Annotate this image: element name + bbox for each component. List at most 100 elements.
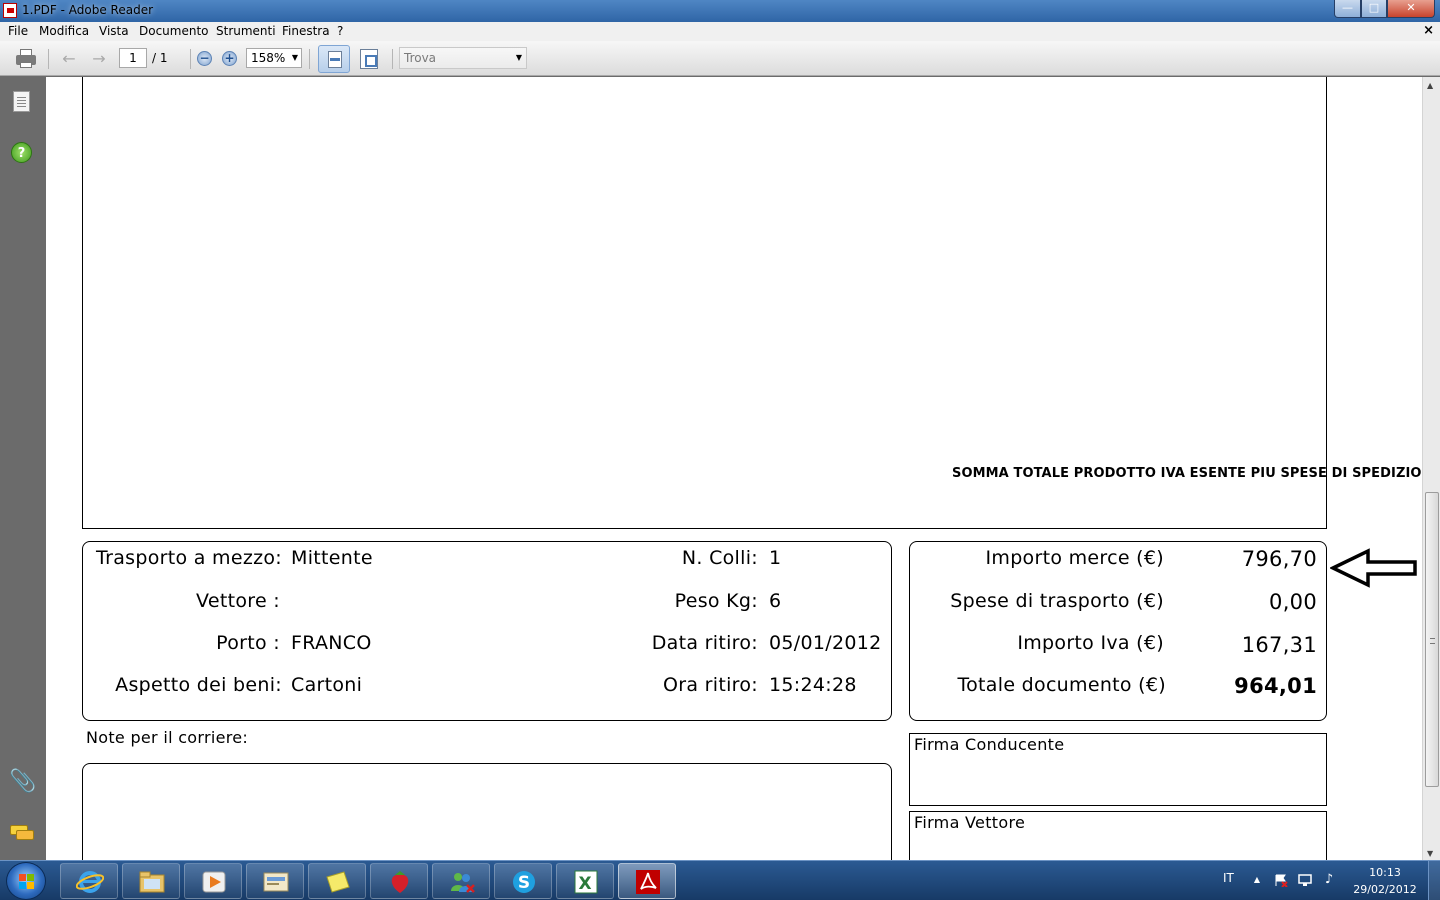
zoom-out-icon[interactable]: − bbox=[197, 51, 212, 66]
skype-icon: S bbox=[513, 871, 535, 893]
trasporto-label: Trasporto a mezzo: bbox=[95, 547, 282, 569]
svg-text:S: S bbox=[518, 873, 530, 893]
mail-icon bbox=[263, 872, 289, 892]
taskbar-windows-explorer[interactable] bbox=[122, 863, 180, 899]
find-input[interactable]: Trova ▼ bbox=[399, 47, 527, 69]
notes-box bbox=[82, 763, 892, 860]
comments-icon[interactable] bbox=[10, 825, 34, 841]
maximize-button[interactable]: □ bbox=[1361, 0, 1387, 18]
importo-merce-value: 796,70 bbox=[1241, 547, 1317, 571]
taskbar-excel[interactable]: X bbox=[556, 863, 614, 899]
navigation-pane bbox=[0, 77, 46, 860]
start-button[interactable] bbox=[6, 862, 46, 900]
taskbar-adobe-reader[interactable] bbox=[618, 863, 676, 899]
find-placeholder: Trova bbox=[404, 51, 437, 65]
peso-value: 6 bbox=[769, 590, 782, 612]
peso-label: Peso Kg: bbox=[674, 590, 758, 612]
page-total: / 1 bbox=[152, 51, 168, 65]
scroll-down-icon[interactable]: ▼ bbox=[1427, 849, 1433, 858]
vettore-label: Vettore : bbox=[196, 590, 280, 612]
zoom-value: 158% bbox=[251, 51, 286, 65]
clock-date[interactable]: 29/02/2012 bbox=[1352, 883, 1418, 896]
messenger-icon bbox=[451, 873, 475, 893]
adobe-reader-icon bbox=[636, 870, 660, 894]
title-bar: 1.PDF - Adobe Reader — □ ✕ bbox=[0, 0, 1440, 22]
page-number-input[interactable]: 1 bbox=[119, 48, 147, 68]
fit-page-icon[interactable] bbox=[360, 49, 378, 69]
colli-label: N. Colli: bbox=[681, 547, 758, 569]
close-button[interactable]: ✕ bbox=[1387, 0, 1435, 18]
zoom-in-icon[interactable]: + bbox=[222, 51, 237, 66]
total-note: SOMMA TOTALE PRODOTTO IVA ESENTE PIU SPE… bbox=[952, 466, 1422, 481]
trasporto-value: Mittente bbox=[291, 547, 373, 569]
importo-iva-value: 167,31 bbox=[1241, 633, 1317, 657]
totale-documento-value: 964,01 bbox=[1234, 674, 1317, 698]
volume-icon[interactable]: ♪ bbox=[1322, 873, 1336, 887]
ora-ritiro-label: Ora ritiro: bbox=[663, 674, 758, 696]
menu-vista[interactable]: Vista bbox=[99, 24, 129, 38]
chevron-down-icon: ▼ bbox=[291, 53, 298, 62]
close-document-icon[interactable]: × bbox=[1423, 23, 1434, 38]
firma-conducente-label: Firma Conducente bbox=[914, 735, 1065, 754]
zoom-select[interactable]: 158% ▼ bbox=[246, 48, 302, 68]
windows-logo-icon bbox=[19, 874, 35, 890]
minimize-button[interactable]: — bbox=[1334, 0, 1361, 18]
help-icon[interactable]: ? bbox=[11, 142, 32, 163]
fit-width-icon bbox=[328, 51, 342, 68]
toolbar-divider bbox=[48, 49, 49, 69]
menu-strumenti[interactable]: Strumenti bbox=[216, 24, 276, 38]
pages-icon[interactable] bbox=[13, 91, 30, 112]
taskbar-internet-explorer[interactable] bbox=[60, 863, 118, 899]
scrollbar-thumb[interactable] bbox=[1425, 492, 1439, 787]
menu-file[interactable]: File bbox=[8, 24, 28, 38]
taskbar-media-player[interactable] bbox=[184, 863, 242, 899]
show-desktop-button[interactable] bbox=[1428, 861, 1440, 900]
sticky-notes-icon bbox=[326, 871, 350, 893]
fit-width-button[interactable] bbox=[318, 45, 350, 73]
menu-help[interactable]: ? bbox=[337, 24, 343, 38]
aspetto-value: Cartoni bbox=[291, 674, 363, 696]
network-icon[interactable] bbox=[1298, 873, 1312, 887]
data-ritiro-value: 05/01/2012 bbox=[769, 632, 882, 654]
menu-finestra[interactable]: Finestra bbox=[282, 24, 330, 38]
print-icon[interactable] bbox=[15, 48, 37, 70]
previous-page-icon[interactable]: ← bbox=[60, 50, 78, 68]
excel-icon: X bbox=[574, 870, 598, 894]
toolbar-divider bbox=[190, 49, 191, 69]
adobe-reader-app-icon bbox=[3, 3, 17, 18]
language-indicator[interactable]: IT bbox=[1223, 871, 1234, 885]
attachments-icon[interactable]: 📎 bbox=[9, 770, 36, 794]
ora-ritiro-value: 15:24:28 bbox=[769, 674, 857, 696]
taskbar-skype[interactable]: S bbox=[494, 863, 552, 899]
toolbar-divider bbox=[309, 49, 310, 69]
importo-iva-label: Importo Iva (€) bbox=[1017, 632, 1164, 654]
menu-bar: File Modifica Vista Documento Strumenti … bbox=[0, 22, 1440, 41]
vertical-scrollbar[interactable]: ▲ ▼ bbox=[1422, 77, 1440, 860]
folder-icon bbox=[139, 871, 165, 893]
toolbar-divider bbox=[392, 49, 393, 69]
next-page-icon[interactable]: → bbox=[90, 50, 108, 68]
products-box bbox=[82, 77, 1327, 529]
taskbar-mail[interactable] bbox=[246, 863, 304, 899]
taskbar-sticky-notes[interactable] bbox=[308, 863, 366, 899]
clock-time[interactable]: 10:13 bbox=[1356, 866, 1414, 879]
show-hidden-icons-icon[interactable]: ▲ bbox=[1250, 873, 1264, 887]
taskbar-strawberry-app[interactable] bbox=[370, 863, 428, 899]
firma-vettore-label: Firma Vettore bbox=[914, 813, 1026, 832]
menu-modifica[interactable]: Modifica bbox=[39, 24, 89, 38]
importo-merce-label: Importo merce (€) bbox=[985, 547, 1164, 569]
window-title: 1.PDF - Adobe Reader bbox=[22, 3, 154, 17]
document-page[interactable]: SOMMA TOTALE PRODOTTO IVA ESENTE PIU SPE… bbox=[46, 77, 1422, 860]
colli-value: 1 bbox=[769, 547, 782, 569]
spese-trasporto-label: Spese di trasporto (€) bbox=[950, 590, 1164, 612]
toolbar: ← → bbox=[0, 41, 1440, 76]
data-ritiro-label: Data ritiro: bbox=[651, 632, 758, 654]
chevron-down-icon[interactable]: ▼ bbox=[516, 48, 522, 68]
arrow-left-icon bbox=[1330, 548, 1417, 588]
menu-documento[interactable]: Documento bbox=[139, 24, 209, 38]
internet-explorer-icon bbox=[76, 871, 104, 893]
taskbar-messenger[interactable] bbox=[432, 863, 490, 899]
scroll-up-icon[interactable]: ▲ bbox=[1427, 81, 1433, 90]
porto-value: FRANCO bbox=[291, 632, 372, 654]
action-center-flag-icon[interactable] bbox=[1274, 873, 1288, 888]
